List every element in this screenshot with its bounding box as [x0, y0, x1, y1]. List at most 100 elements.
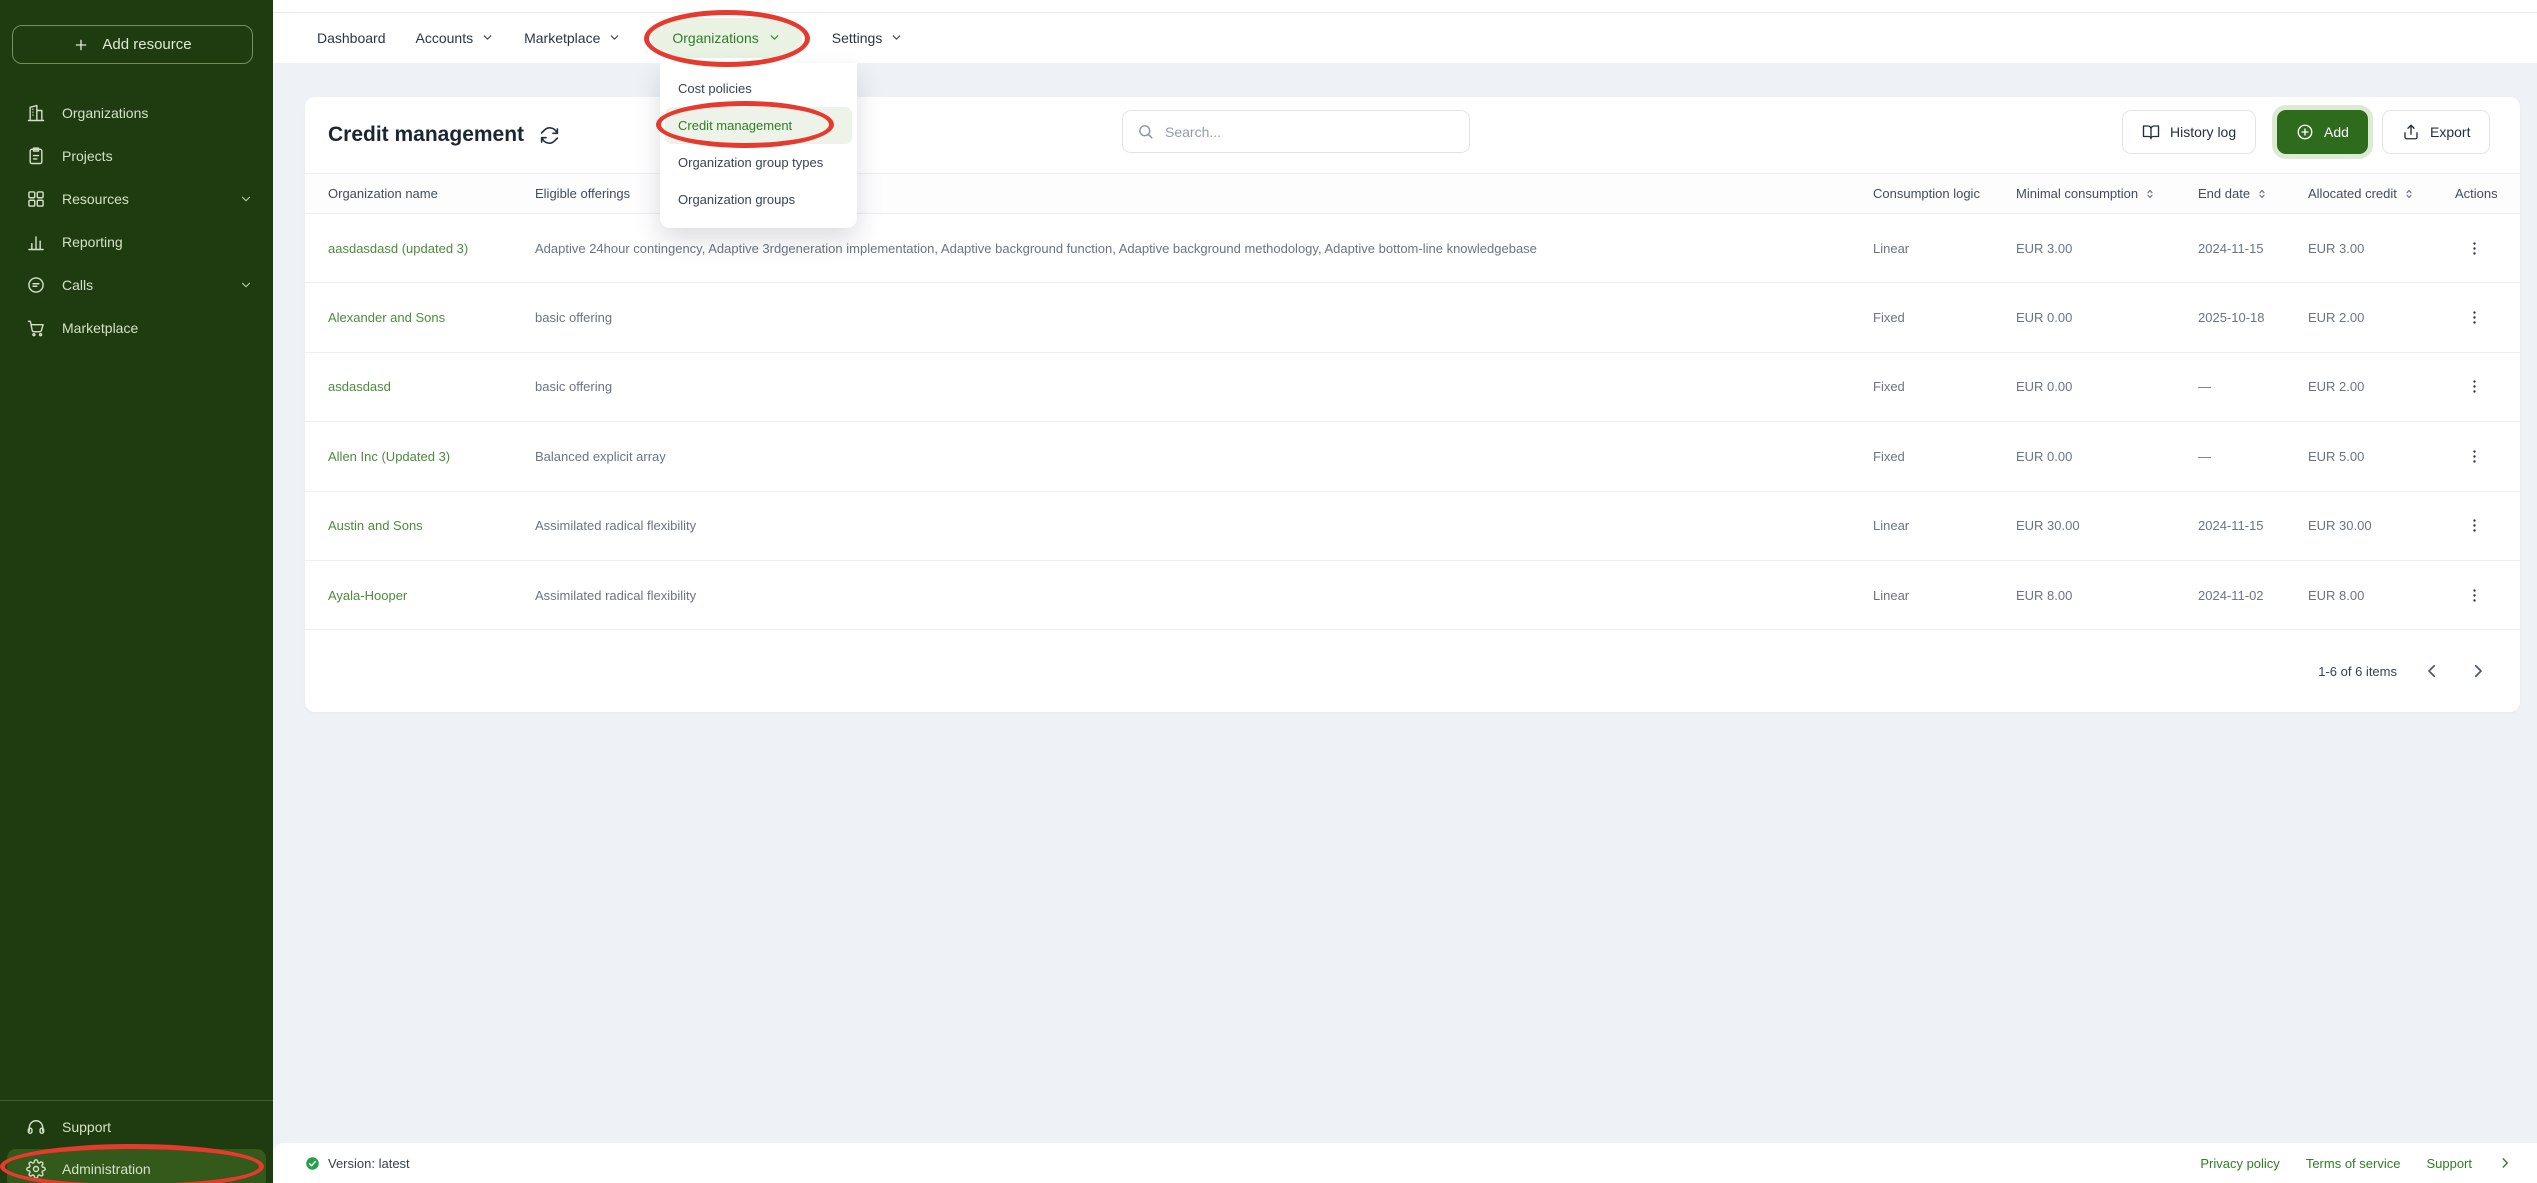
menu-item-credit-management[interactable]: Credit management	[665, 107, 852, 144]
column-header-actions: Actions	[2455, 186, 2520, 201]
search-input[interactable]	[1165, 124, 1455, 140]
nav-item-organizations[interactable]: Organizations	[651, 18, 801, 58]
sidebar-item-organizations[interactable]: Organizations	[0, 91, 273, 134]
check-circle-icon	[305, 1156, 320, 1171]
footer-support-link[interactable]: Support	[2426, 1156, 2472, 1171]
sidebar-item-reporting[interactable]: Reporting	[0, 220, 273, 263]
nav-item-accounts[interactable]: Accounts	[416, 30, 495, 46]
cell-eligible-offerings: Balanced explicit array	[535, 449, 1873, 464]
sort-icon[interactable]	[2403, 188, 2415, 200]
sidebar-item-calls[interactable]: Calls	[0, 263, 273, 306]
sidebar-item-label: Calls	[62, 277, 93, 293]
sort-icon[interactable]	[2144, 188, 2156, 200]
top-navigation: Dashboard Accounts Marketplace Organizat…	[317, 12, 903, 63]
organization-link[interactable]: Allen Inc (Updated 3)	[328, 449, 535, 464]
cell-allocated-credit: EUR 8.00	[2308, 588, 2455, 603]
cell-consumption-logic: Fixed	[1873, 310, 2016, 325]
chevron-left-icon	[2423, 662, 2441, 680]
cell-eligible-offerings: basic offering	[535, 379, 1873, 394]
sidebar-item-administration[interactable]: Administration	[7, 1149, 266, 1183]
chevron-down-icon	[481, 31, 494, 44]
cell-minimal-consumption: EUR 8.00	[2016, 588, 2198, 603]
sidebar-item-resources[interactable]: Resources	[0, 177, 273, 220]
cell-allocated-credit: EUR 2.00	[2308, 379, 2455, 394]
table-row: Alexander and Sons basic offering Fixed …	[305, 283, 2520, 352]
organization-link[interactable]: aasdasdasd (updated 3)	[328, 241, 535, 256]
organizations-dropdown-menu: Cost policies Credit management Organiza…	[660, 63, 857, 228]
add-resource-button[interactable]: Add resource	[12, 25, 253, 64]
cell-end-date: 2024-11-15	[2198, 518, 2308, 533]
cell-eligible-offerings: Assimilated radical flexibility	[535, 588, 1873, 603]
sort-icon[interactable]	[2256, 188, 2268, 200]
nav-item-label: Marketplace	[524, 30, 600, 46]
cell-minimal-consumption: EUR 0.00	[2016, 379, 2198, 394]
row-actions-kebab-button[interactable]	[2459, 233, 2489, 263]
organization-link[interactable]: Austin and Sons	[328, 518, 535, 533]
sidebar-nav: Organizations Projects Resources	[0, 91, 273, 349]
cell-allocated-credit: EUR 30.00	[2308, 518, 2455, 533]
privacy-policy-link[interactable]: Privacy policy	[2200, 1156, 2279, 1171]
nav-item-label: Dashboard	[317, 30, 386, 46]
sidebar-item-marketplace[interactable]: Marketplace	[0, 306, 273, 349]
chevron-down-icon	[890, 31, 903, 44]
organization-link[interactable]: Ayala-Hooper	[328, 588, 535, 603]
export-label: Export	[2430, 124, 2470, 140]
refresh-button[interactable]	[539, 125, 560, 146]
nav-item-label: Organizations	[672, 30, 758, 46]
topbar: Dashboard Accounts Marketplace Organizat…	[273, 0, 2537, 63]
cell-minimal-consumption: EUR 30.00	[2016, 518, 2198, 533]
cell-minimal-consumption: EUR 3.00	[2016, 241, 2198, 256]
chevron-down-icon	[768, 31, 781, 44]
column-header-allocated-credit[interactable]: Allocated credit	[2308, 186, 2455, 201]
row-actions-kebab-button[interactable]	[2459, 580, 2489, 610]
sidebar-item-label: Support	[62, 1119, 111, 1135]
table-header-row: Organization name Eligible offerings Con…	[305, 173, 2520, 214]
table-row: aasdasdasd (updated 3) Adaptive 24hour c…	[305, 214, 2520, 283]
row-actions-kebab-button[interactable]	[2459, 303, 2489, 333]
cell-end-date: 2024-11-15	[2198, 241, 2308, 256]
export-button[interactable]: Export	[2382, 110, 2490, 154]
cell-consumption-logic: Fixed	[1873, 379, 2016, 394]
menu-item-organization-groups[interactable]: Organization groups	[665, 181, 852, 218]
menu-item-organization-group-types[interactable]: Organization group types	[665, 144, 852, 181]
sidebar-item-support[interactable]: Support	[0, 1105, 273, 1148]
organization-link[interactable]: asdasdasd	[328, 379, 535, 394]
sidebar-item-projects[interactable]: Projects	[0, 134, 273, 177]
nav-item-marketplace[interactable]: Marketplace	[524, 30, 621, 46]
chat-icon	[26, 275, 46, 295]
plus-icon	[73, 37, 89, 53]
organization-link[interactable]: Alexander and Sons	[328, 310, 535, 325]
cell-allocated-credit: EUR 2.00	[2308, 310, 2455, 325]
row-actions-kebab-button[interactable]	[2459, 372, 2489, 402]
chevron-down-icon	[608, 31, 621, 44]
row-actions-kebab-button[interactable]	[2459, 511, 2489, 541]
pagination-label: 1-6 of 6 items	[2318, 664, 2397, 679]
add-button[interactable]: Add	[2277, 110, 2368, 154]
history-log-button[interactable]: History log	[2122, 110, 2256, 154]
gear-icon	[26, 1159, 46, 1179]
nav-item-settings[interactable]: Settings	[832, 30, 904, 46]
column-header-end-date[interactable]: End date	[2198, 186, 2308, 201]
plus-circle-icon	[2296, 123, 2314, 141]
nav-item-label: Accounts	[416, 30, 474, 46]
terms-of-service-link[interactable]: Terms of service	[2306, 1156, 2401, 1171]
row-actions-kebab-button[interactable]	[2459, 441, 2489, 471]
cell-end-date: —	[2198, 379, 2308, 394]
search-box	[1122, 110, 1470, 153]
cell-allocated-credit: EUR 3.00	[2308, 241, 2455, 256]
sidebar-item-label: Marketplace	[62, 320, 138, 336]
sidebar-item-label: Resources	[62, 191, 129, 207]
nav-item-dashboard[interactable]: Dashboard	[317, 30, 386, 46]
cell-eligible-offerings: basic offering	[535, 310, 1873, 325]
pagination-next-button[interactable]	[2467, 660, 2489, 682]
chevron-right-icon	[2469, 662, 2487, 680]
column-header-minimal-consumption[interactable]: Minimal consumption	[2016, 186, 2198, 201]
cell-consumption-logic: Fixed	[1873, 449, 2016, 464]
cell-minimal-consumption: EUR 0.00	[2016, 449, 2198, 464]
export-icon	[2402, 123, 2420, 141]
table-row: asdasdasd basic offering Fixed EUR 0.00 …	[305, 353, 2520, 422]
pagination-prev-button[interactable]	[2421, 660, 2443, 682]
menu-item-cost-policies[interactable]: Cost policies	[665, 70, 852, 107]
table-row: Ayala-Hooper Assimilated radical flexibi…	[305, 561, 2520, 630]
cell-end-date: —	[2198, 449, 2308, 464]
